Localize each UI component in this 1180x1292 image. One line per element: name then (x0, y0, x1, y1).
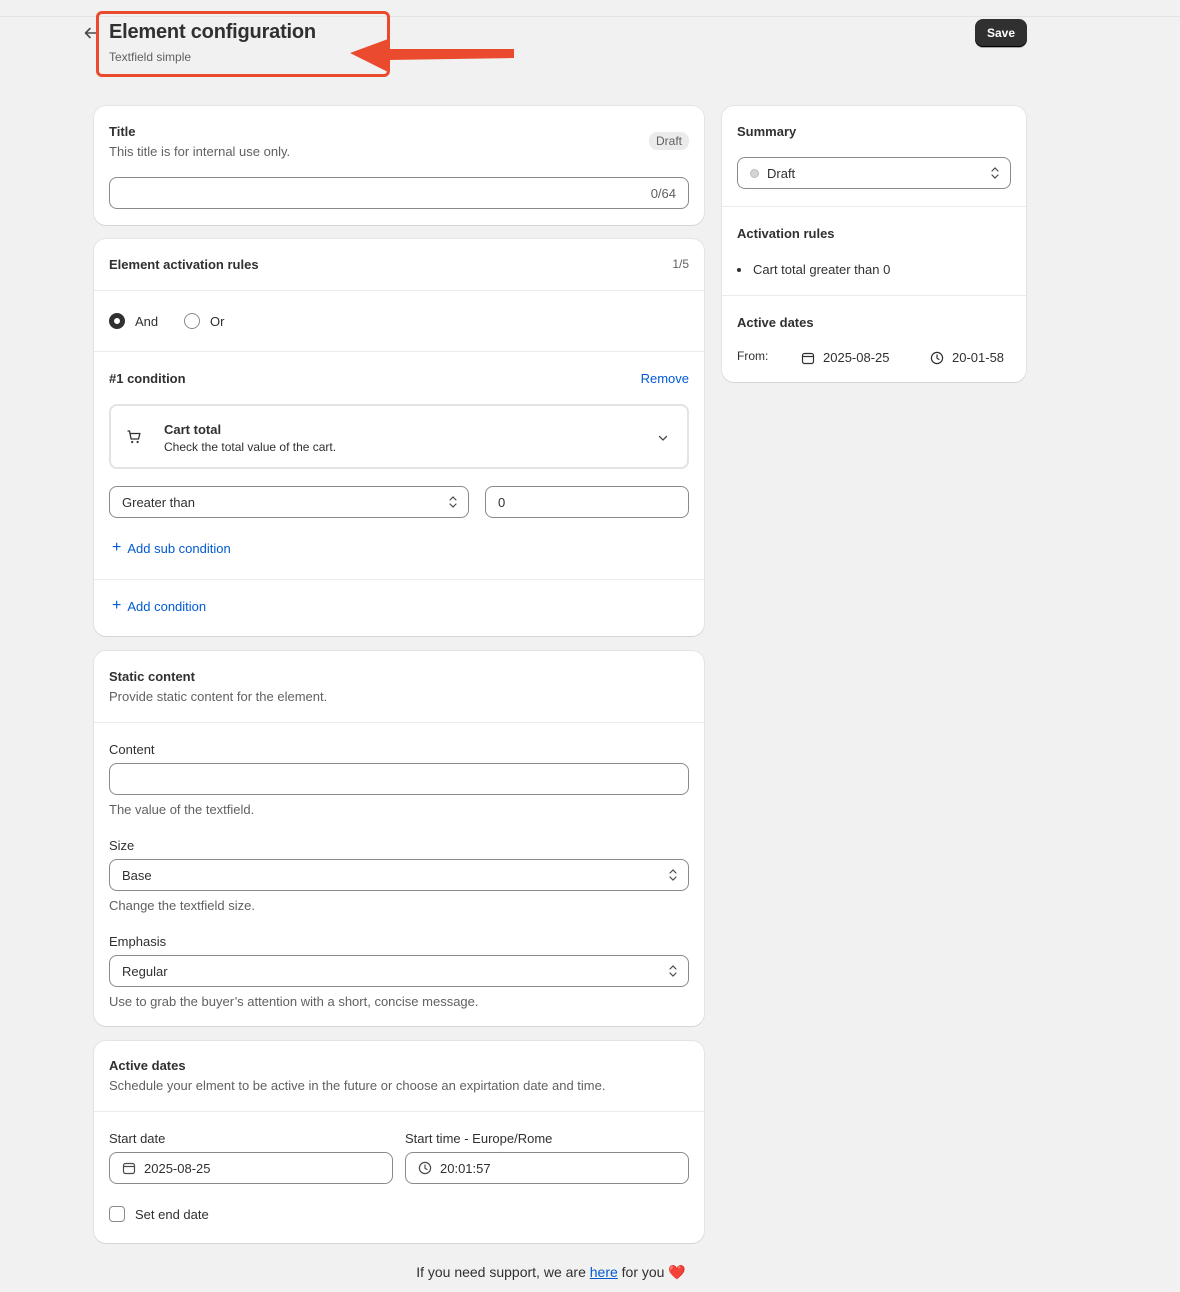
divider (94, 722, 704, 723)
summary-card: Summary Draft Activation rules Cart tota… (722, 106, 1026, 382)
condition-name: Cart total (164, 422, 222, 437)
from-time-value: 20-01-58 (952, 350, 1005, 365)
emphasis-select[interactable]: Regular (109, 955, 689, 987)
condition-desc: Check the total value of the cart. (164, 440, 337, 454)
emphasis-value: Regular (122, 963, 168, 979)
support-footer: If you need support, we are here for you… (0, 1264, 1102, 1281)
status-value: Draft (767, 165, 796, 181)
support-link[interactable]: here (590, 1264, 618, 1280)
size-label: Size (109, 838, 135, 853)
divider (722, 206, 1026, 207)
dates-heading: Active dates (109, 1058, 186, 1073)
dates-helper: Schedule your elment to be active in the… (109, 1078, 606, 1093)
select-chevrons-icon (669, 965, 677, 977)
remove-condition-link[interactable]: Remove (641, 371, 689, 386)
size-select[interactable]: Base (109, 859, 689, 891)
radio-and[interactable] (109, 313, 125, 329)
calendar-icon (801, 352, 815, 364)
char-counter: 0/64 (650, 185, 676, 201)
bullet (737, 267, 741, 272)
radio-or-label: Or (210, 314, 225, 329)
start-date-input[interactable]: 2025-08-25 (109, 1152, 393, 1184)
title-input[interactable]: 0/64 (109, 177, 689, 209)
summary-rules-heading: Activation rules (737, 226, 835, 241)
end-date-checkbox[interactable] (109, 1206, 125, 1222)
emphasis-label: Emphasis (109, 934, 167, 949)
clock-icon (930, 351, 944, 364)
start-date-label: Start date (109, 1131, 166, 1146)
start-date-value: 2025-08-25 (144, 1160, 211, 1176)
operand-input[interactable]: 0 (485, 486, 689, 518)
summary-dates-heading: Active dates (737, 315, 814, 330)
chevron-down-icon (658, 435, 668, 441)
end-date-label: Set end date (135, 1207, 209, 1222)
condition-title: #1 condition (109, 371, 186, 386)
add-condition-button[interactable]: + Add condition (112, 597, 206, 615)
calendar-icon (122, 1162, 136, 1175)
page-title: Element configuration (109, 21, 316, 43)
size-help: Change the textfield size. (109, 898, 255, 913)
emphasis-help: Use to grab the buyer’s attention with a… (109, 994, 479, 1009)
add-sub-condition-label: Add sub condition (127, 540, 231, 556)
rules-count: 1/5 (672, 257, 689, 271)
select-chevrons-icon (449, 496, 457, 508)
size-value: Base (122, 867, 152, 883)
add-sub-condition-button[interactable]: + Add sub condition (112, 539, 231, 557)
summary-heading: Summary (737, 124, 797, 139)
summary-from-time: 20-01-58 (930, 350, 1004, 365)
divider (94, 1111, 704, 1112)
operator-value: Greater than (122, 494, 195, 510)
operator-select[interactable]: Greater than (109, 486, 469, 518)
divider (722, 295, 1026, 296)
from-label: From: (737, 349, 769, 363)
clock-icon (418, 1161, 432, 1175)
heart-icon: ❤️ (668, 1264, 686, 1280)
plus-icon: + (112, 597, 122, 614)
divider (94, 351, 704, 352)
start-time-value: 20:01:57 (440, 1160, 491, 1176)
start-time-label: Start time - Europe/Rome (405, 1131, 553, 1146)
status-badge: Draft (648, 132, 689, 150)
title-helper: This title is for internal use only. (109, 144, 291, 159)
summary-rule-item: Cart total greater than 0 (737, 262, 890, 277)
divider (94, 579, 704, 580)
operand-value: 0 (498, 494, 506, 510)
footer-text-after: for you (617, 1264, 665, 1280)
active-dates-card: Active dates Schedule your elment to be … (94, 1041, 704, 1243)
annotation-arrow-icon (350, 39, 514, 72)
add-condition-label: Add condition (127, 598, 207, 614)
title-heading: Title (109, 124, 136, 139)
static-content-card: Static content Provide static content fo… (94, 651, 704, 1026)
content-label: Content (109, 742, 155, 757)
status-dot-icon (750, 168, 759, 178)
page-subtitle: Textfield simple (109, 50, 192, 64)
from-date-value: 2025-08-25 (823, 350, 890, 365)
start-time-input[interactable]: 20:01:57 (405, 1152, 689, 1184)
cart-icon (127, 430, 141, 444)
title-card: Title This title is for internal use onl… (94, 106, 704, 225)
condition-type-select[interactable]: Cart total Check the total value of the … (109, 404, 689, 469)
radio-and-label: And (135, 314, 159, 329)
static-heading: Static content (109, 669, 195, 684)
footer-text-before: If you need support, we are (416, 1264, 590, 1280)
summary-rule-text: Cart total greater than 0 (753, 262, 891, 277)
plus-icon: + (112, 539, 122, 556)
divider (94, 290, 704, 291)
save-button[interactable]: Save (975, 19, 1027, 47)
summary-from-date: 2025-08-25 (801, 350, 890, 365)
content-input[interactable] (109, 763, 689, 795)
activation-rules-card: Element activation rules 1/5 And Or #1 c… (94, 239, 704, 636)
select-chevrons-icon (991, 167, 999, 179)
rules-heading: Element activation rules (109, 257, 259, 272)
content-help: The value of the textfield. (109, 802, 255, 817)
static-helper: Provide static content for the element. (109, 689, 328, 704)
status-select[interactable]: Draft (737, 157, 1011, 189)
select-chevrons-icon (669, 869, 677, 881)
radio-or[interactable] (184, 313, 200, 329)
